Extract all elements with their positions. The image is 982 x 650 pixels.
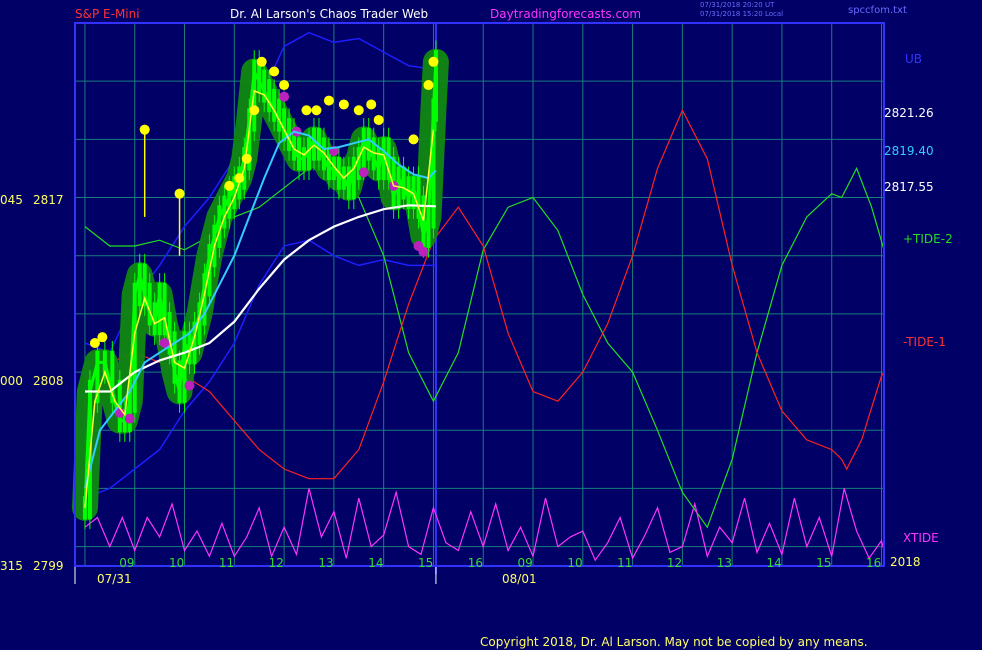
pivot-high-dot [241,153,252,164]
site-url: Daytradingforecasts.com [490,7,642,21]
hour-label: 12 [666,556,683,570]
hour-label: 14 [368,556,384,570]
hour-label: 13 [716,556,732,570]
pivot-high-dot [311,105,322,116]
hour-label: 16 [866,556,882,570]
hour-label: 15 [816,556,832,570]
timestamp-ut: 07/31/2018 20:20 UT [700,1,775,9]
price-tick-2808: 2808 [33,374,64,388]
year-label: 2018 [890,555,921,569]
pivot-high-dot [323,95,334,106]
hour-label: 16 [467,556,484,570]
pivot-low-dot [184,380,195,391]
hour-label: 09 [517,556,533,570]
pivot-high-dot [256,56,267,67]
hour-label: 15 [417,556,434,570]
pivot-high-dot [428,56,439,67]
ub-value: 2821.26 [884,106,934,120]
hour-label: 11 [617,556,633,570]
hour-label: 10 [169,556,185,570]
angle-tick-000: 000 [0,374,23,388]
pivot-high-dot [338,99,349,110]
pivot-high-dot [366,99,377,110]
pivot-high-dot [301,105,312,116]
instrument-title: S&P E-Mini [75,7,140,21]
copyright-notice: Copyright 2018, Dr. Al Larson. May not b… [480,635,868,649]
hour-label: 11 [218,556,235,570]
site-name: Dr. Al Larson's Chaos Trader Web [230,7,429,21]
pivot-high-dot [97,332,108,343]
pivot-high-dot [408,134,419,145]
date-label-0801: 08/01 [502,572,537,586]
pivot-low-dot [358,167,369,178]
pivot-high-dot [353,105,364,116]
hour-label: 13 [318,556,334,570]
cyan-ma-value: 2819.40 [884,144,934,158]
date-label-0731: 07/31 [97,572,132,586]
ub-label: UB [905,52,923,66]
pivot-low-dot [124,413,135,424]
angle-tick-045: 045 [0,193,23,207]
price-tick-2817: 2817 [33,193,64,207]
xtide-label: XTIDE [903,531,939,545]
hour-label: 10 [567,556,583,570]
tide2-label: +TIDE-2 [903,232,953,246]
hour-label: 09 [119,556,135,570]
tide1-label: -TIDE-1 [903,335,946,349]
pivot-high-dot [269,66,280,77]
xtide-line [84,488,885,562]
source-filename: spccfom.txt [848,5,907,16]
hour-label: 14 [766,556,782,570]
pivot-high-dot [279,80,290,91]
white-ma-value: 2817.55 [884,180,934,194]
pivot-high-dot [373,114,384,125]
pivot-low-dot [279,91,290,102]
price-tick-2799: 2799 [33,559,64,573]
pivot-high-dot [224,180,235,191]
pivot-high-dot [423,80,434,91]
timestamp-local: 07/31/2018 15:20 Local [700,10,784,18]
chaos-chart [72,22,885,584]
hour-label: 12 [268,556,284,570]
angle-tick-315: 315 [0,559,23,573]
price-candles [72,40,449,530]
pivot-low-dot [413,241,424,252]
